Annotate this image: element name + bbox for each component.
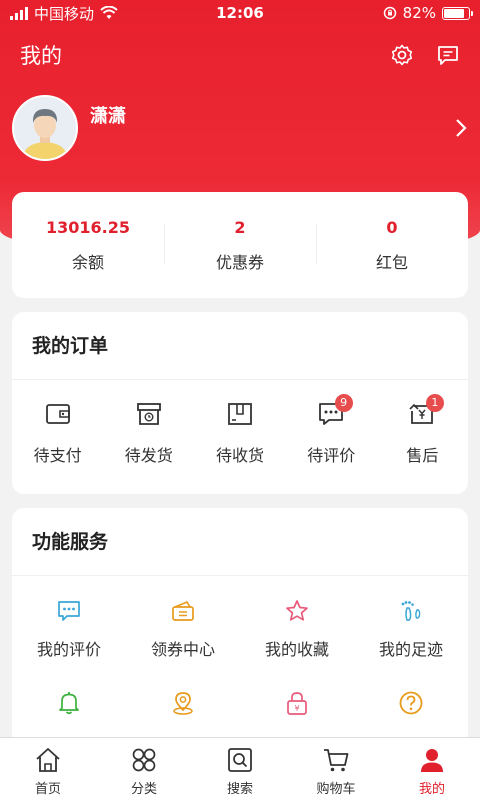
message-icon[interactable] <box>436 43 460 67</box>
orders-card: 我的订单 待支付 待发货 待收货 9 待评价 1 售后 <box>12 312 468 494</box>
status-bar: 中国移动 12:06 82% <box>0 0 480 26</box>
coupon-item[interactable]: 2 优惠券 <box>164 218 316 273</box>
settings-icon[interactable] <box>390 43 414 67</box>
service-label: 我的足迹 <box>378 640 443 659</box>
order-pending-shipment[interactable]: 待发货 <box>103 400 194 466</box>
order-pending-payment[interactable]: 待支付 <box>12 400 103 466</box>
coupon-icon <box>172 600 194 621</box>
category-icon <box>132 748 156 772</box>
order-item-label: 待收货 <box>216 446 265 465</box>
tab-label: 购物车 <box>316 782 356 797</box>
red-packet-value: 0 <box>386 217 398 237</box>
tab-label: 分类 <box>130 782 157 797</box>
svg-text:¥: ¥ <box>294 704 299 713</box>
username: 潇潇 <box>90 106 126 127</box>
lock-icon: ¥ <box>287 692 307 715</box>
order-item-label: 待发货 <box>124 446 173 465</box>
tab-home[interactable]: 首页 <box>0 738 96 800</box>
footprint-icon <box>401 601 421 621</box>
service-label: 领券中心 <box>150 640 215 659</box>
comment-icon <box>58 601 80 621</box>
service-coupon-center[interactable]: 领券中心 <box>126 576 240 668</box>
rotation-lock-icon <box>383 6 396 20</box>
wallet-icon <box>45 404 70 424</box>
location-icon <box>173 692 193 715</box>
page-title: 我的 <box>20 44 62 68</box>
battery-percent: 82% <box>402 4 436 22</box>
signal-icon <box>10 6 28 20</box>
tab-mine[interactable]: 我的 <box>384 738 480 800</box>
service-label: 我的收藏 <box>264 640 329 659</box>
red-packet-item[interactable]: 0 红包 <box>316 218 468 273</box>
coupon-label: 优惠券 <box>215 252 264 272</box>
balance-card: 13016.25 余额 2 优惠券 0 红包 <box>12 192 468 298</box>
order-pending-review[interactable]: 9 待评价 <box>286 394 377 466</box>
services-card: 功能服务 我的评价 领券中心 我的收藏 我的足迹 ¥ <box>12 508 468 748</box>
profile-row[interactable]: 潇潇 <box>12 94 468 162</box>
order-after-sales[interactable]: 1 售后 <box>377 394 468 466</box>
tab-label: 搜索 <box>226 782 253 797</box>
tab-label: 我的 <box>418 782 445 797</box>
review-count-badge: 9 <box>334 394 353 412</box>
order-item-label: 待评价 <box>307 446 356 465</box>
user-icon <box>421 749 443 772</box>
service-my-reviews[interactable]: 我的评价 <box>12 576 126 668</box>
carrier-name: 中国移动 <box>34 4 95 23</box>
chevron-right-icon[interactable] <box>454 117 468 139</box>
order-pending-receipt[interactable]: 待收货 <box>194 400 285 466</box>
help-icon <box>399 691 423 715</box>
service-label: 我的评价 <box>36 640 101 659</box>
balance-label: 余额 <box>71 252 104 272</box>
balance-item[interactable]: 13016.25 余额 <box>12 218 164 273</box>
order-item-label: 售后 <box>406 446 439 465</box>
cart-icon <box>324 749 349 772</box>
avatar[interactable] <box>12 95 78 161</box>
red-packet-label: 红包 <box>375 252 408 272</box>
tab-bar: 首页 分类 搜索 购物车 我的 <box>0 737 480 800</box>
page-header: 我的 <box>0 38 480 72</box>
coupon-value: 2 <box>234 217 246 237</box>
battery-icon <box>442 6 473 20</box>
tab-search[interactable]: 搜索 <box>192 738 288 800</box>
home-icon <box>36 748 60 772</box>
search-icon <box>228 748 252 772</box>
order-item-label: 待支付 <box>33 446 82 465</box>
star-icon <box>286 600 308 621</box>
tab-label: 首页 <box>34 782 61 797</box>
box-clock-icon <box>136 403 161 425</box>
service-favorites[interactable]: 我的收藏 <box>240 576 354 668</box>
tab-category[interactable]: 分类 <box>96 738 192 800</box>
after-sales-count-badge: 1 <box>425 394 444 412</box>
services-title: 功能服务 <box>12 508 468 576</box>
tab-cart[interactable]: 购物车 <box>288 738 384 800</box>
wifi-icon <box>100 6 118 19</box>
service-footprints[interactable]: 我的足迹 <box>354 576 468 668</box>
package-icon <box>228 403 252 425</box>
bell-icon <box>59 692 79 715</box>
balance-value: 13016.25 <box>45 217 130 237</box>
orders-title: 我的订单 <box>12 312 468 380</box>
